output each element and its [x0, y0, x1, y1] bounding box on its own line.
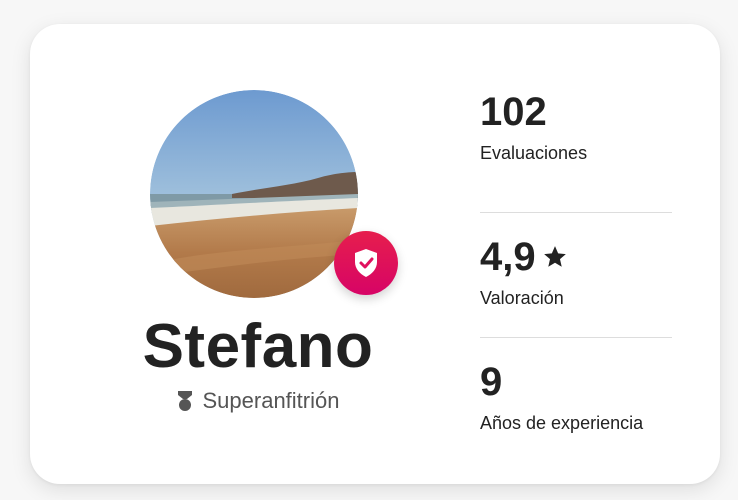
host-stats: 102 Evaluaciones 4,9 Valoración 9 Años d… — [480, 88, 672, 454]
years-count: 9 — [480, 360, 503, 404]
host-profile-card: Stefano Superanfitrión 102 Evaluaciones … — [30, 24, 720, 484]
avatar[interactable] — [150, 90, 358, 298]
star-icon — [543, 246, 566, 267]
rating-value: 4,9 — [480, 235, 536, 279]
superhost-label: Superanfitrión — [202, 388, 340, 413]
stat-label: Evaluaciones — [480, 143, 588, 163]
stat-value: 102 — [480, 92, 547, 132]
host-profile: Stefano Superanfitrión — [118, 90, 448, 430]
stat-years: 9 Años de experiencia — [480, 337, 672, 454]
stat-value: 4,9 — [480, 237, 568, 277]
stat-value: 9 — [480, 362, 502, 402]
avatar-container — [150, 90, 398, 298]
verified-badge — [334, 231, 398, 295]
superhost-badge: Superanfitrión — [118, 390, 398, 412]
host-name: Stefano — [142, 312, 374, 381]
reviews-count: 102 — [480, 90, 547, 134]
stat-reviews: 102 Evaluaciones — [480, 88, 672, 204]
stat-label: Años de experiencia — [480, 413, 644, 433]
stat-rating: 4,9 Valoración — [480, 212, 672, 329]
shield-check-icon — [355, 249, 377, 277]
stat-label: Valoración — [480, 288, 564, 308]
superhost-medal-icon — [177, 391, 192, 411]
